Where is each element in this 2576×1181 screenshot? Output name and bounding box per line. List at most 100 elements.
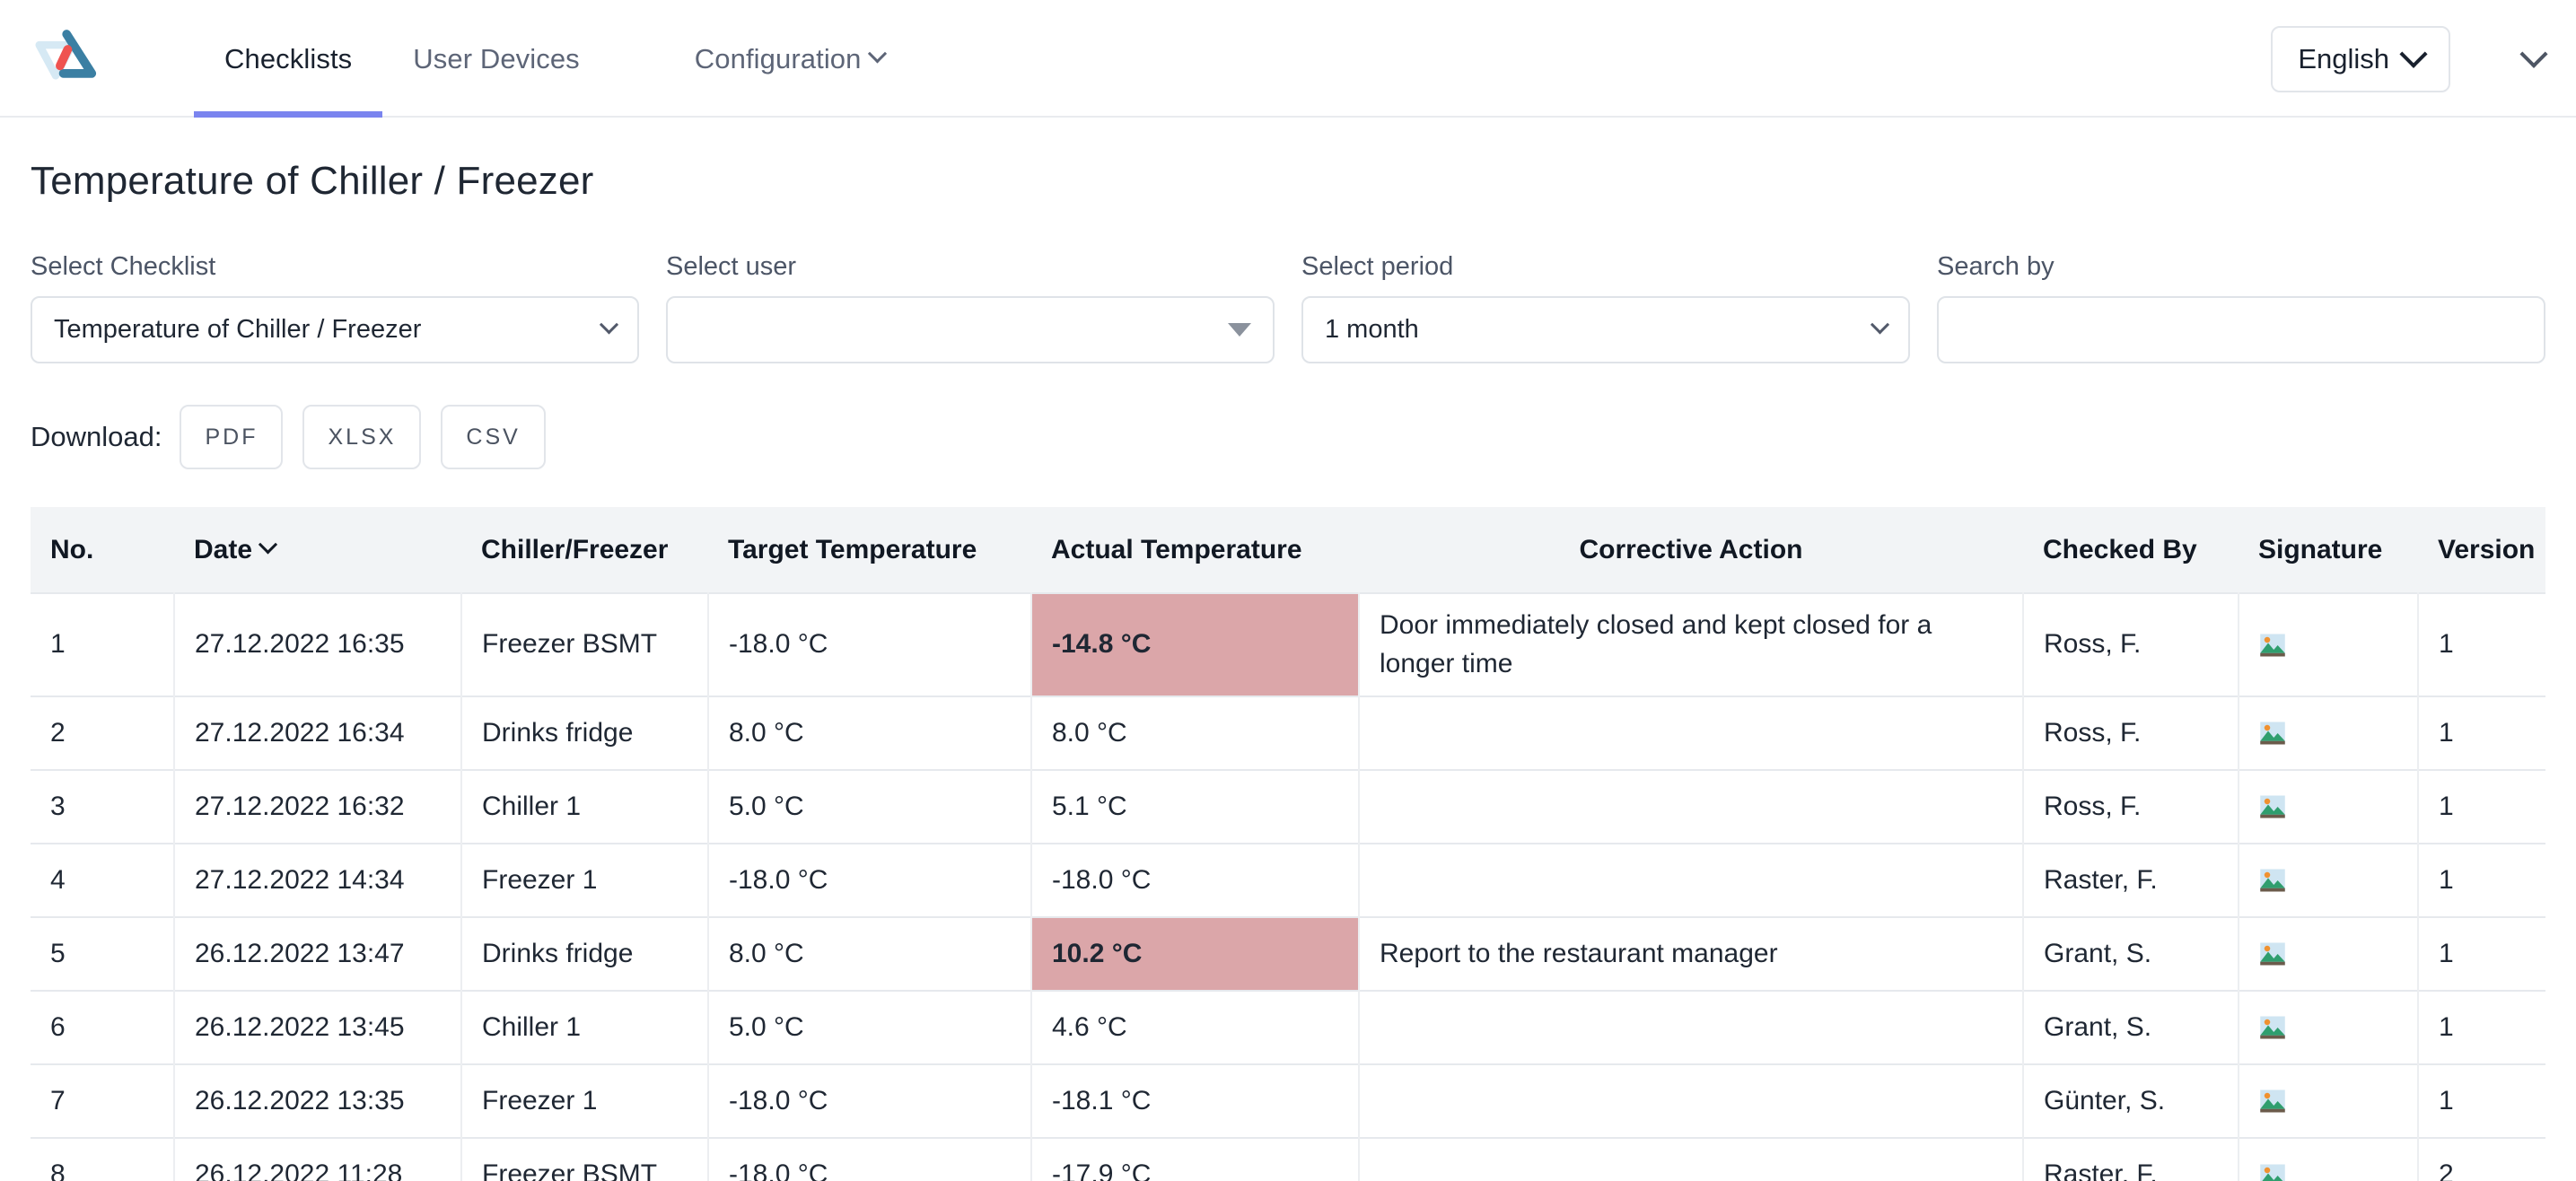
cell-no: 3 bbox=[31, 769, 175, 844]
table-head: No. Date Chiller/Freezer Target Temperat… bbox=[31, 507, 2545, 593]
cell-actual-temperature: -18.1 °C bbox=[1031, 1063, 1360, 1139]
cell-actual-temperature: 4.6 °C bbox=[1031, 990, 1360, 1065]
image-placeholder-icon bbox=[2260, 1164, 2285, 1181]
language-selector-button[interactable]: English bbox=[2271, 25, 2450, 92]
cell-actual-temperature: -18.0 °C bbox=[1031, 843, 1360, 918]
table-header-row: No. Date Chiller/Freezer Target Temperat… bbox=[31, 507, 2545, 593]
cell-date: 26.12.2022 13:45 bbox=[174, 990, 462, 1065]
cell-date: 27.12.2022 16:34 bbox=[174, 695, 462, 771]
cell-date: 26.12.2022 13:35 bbox=[174, 1063, 462, 1139]
select-period-dropdown[interactable]: 1 month bbox=[1301, 296, 1910, 363]
cell-signature[interactable] bbox=[2239, 591, 2419, 697]
cell-no: 4 bbox=[31, 843, 175, 918]
table-row[interactable]: 5 26.12.2022 13:47 Drinks fridge 8.0 °C 10.2… bbox=[31, 916, 2545, 992]
apptech-logo-icon bbox=[35, 29, 97, 80]
table-row[interactable]: 7 26.12.2022 13:35 Freezer 1 -18.0 °C -18.1 … bbox=[31, 1063, 2545, 1139]
cell-target-temperature: -18.0 °C bbox=[708, 591, 1032, 697]
cell-corrective-action bbox=[1359, 990, 2024, 1065]
cell-date: 27.12.2022 14:34 bbox=[174, 843, 462, 918]
cell-version: 1 bbox=[2418, 695, 2545, 771]
cell-signature[interactable] bbox=[2239, 1063, 2419, 1139]
nav-label-configuration: Configuration bbox=[694, 42, 862, 74]
cell-chiller-freezer: Drinks fridge bbox=[461, 695, 709, 771]
column-header-version: Version bbox=[2418, 507, 2545, 593]
column-header-chiller-freezer: Chiller/Freezer bbox=[461, 507, 708, 593]
cell-checked-by: Grant, S. bbox=[2023, 990, 2239, 1065]
table-row[interactable]: 8 26.12.2022 11:28 Freezer BSMT -18.0 °C -17… bbox=[31, 1137, 2545, 1181]
cell-target-temperature: 8.0 °C bbox=[708, 695, 1032, 771]
cell-checked-by: Raster, F. bbox=[2023, 1137, 2239, 1181]
download-pdf-button[interactable]: PDF bbox=[180, 405, 284, 469]
column-header-checked-by: Checked By bbox=[2023, 507, 2239, 593]
cell-target-temperature: -18.0 °C bbox=[708, 1063, 1032, 1139]
cell-target-temperature: -18.0 °C bbox=[708, 843, 1032, 918]
app-logo[interactable] bbox=[0, 0, 118, 118]
nav-item-checklists[interactable]: Checklists bbox=[194, 0, 383, 118]
table-row[interactable]: 3 27.12.2022 16:32 Chiller 1 5.0 °C 5.1 °C Ro… bbox=[31, 769, 2545, 844]
filter-checklist: Select Checklist Temperature of Chiller … bbox=[31, 252, 639, 363]
cell-date: 27.12.2022 16:32 bbox=[174, 769, 462, 844]
image-placeholder-icon bbox=[2260, 1016, 2285, 1039]
cell-date: 27.12.2022 16:35 bbox=[174, 591, 462, 697]
main-nav: Checklists User Devices Configuration bbox=[194, 0, 902, 118]
cell-actual-temperature: 8.0 °C bbox=[1031, 695, 1360, 771]
column-header-target-temperature: Target Temperature bbox=[708, 507, 1031, 593]
cell-checked-by: Grant, S. bbox=[2023, 916, 2239, 992]
image-placeholder-icon bbox=[2260, 942, 2285, 966]
column-header-corrective-action: Corrective Action bbox=[1359, 507, 2023, 593]
cell-signature[interactable] bbox=[2239, 916, 2419, 992]
cell-chiller-freezer: Freezer BSMT bbox=[461, 591, 709, 697]
cell-version: 1 bbox=[2418, 591, 2545, 697]
select-checklist-dropdown[interactable]: Temperature of Chiller / Freezer bbox=[31, 296, 639, 363]
table-row[interactable]: 2 27.12.2022 16:34 Drinks fridge 8.0 °C 8.0 … bbox=[31, 695, 2545, 771]
cell-version: 1 bbox=[2418, 916, 2545, 992]
cell-checked-by: Ross, F. bbox=[2023, 695, 2239, 771]
cell-date: 26.12.2022 13:47 bbox=[174, 916, 462, 992]
cell-no: 1 bbox=[31, 591, 175, 697]
nav-label-checklists: Checklists bbox=[224, 42, 353, 74]
account-menu-button[interactable] bbox=[2510, 39, 2548, 69]
table-row[interactable]: 4 27.12.2022 14:34 Freezer 1 -18.0 °C -18.0 … bbox=[31, 843, 2545, 918]
triangle-down-icon bbox=[1228, 323, 1251, 337]
table-row[interactable]: 1 27.12.2022 16:35 Freezer BSMT -18.0 °C -14… bbox=[31, 591, 2545, 697]
download-xlsx-button[interactable]: XLSX bbox=[302, 405, 422, 469]
image-placeholder-icon bbox=[2260, 795, 2285, 818]
cell-chiller-freezer: Drinks fridge bbox=[461, 916, 709, 992]
cell-actual-temperature: -14.8 °C bbox=[1031, 591, 1360, 697]
page-title: Temperature of Chiller / Freezer bbox=[31, 159, 594, 203]
filter-bar: Select Checklist Temperature of Chiller … bbox=[31, 252, 2545, 363]
search-input-wrapper[interactable] bbox=[1937, 296, 2545, 363]
cell-version: 1 bbox=[2418, 990, 2545, 1065]
filter-user-label: Select user bbox=[666, 252, 797, 281]
cell-no: 7 bbox=[31, 1063, 175, 1139]
image-placeholder-icon bbox=[2260, 1089, 2285, 1113]
download-label: Download: bbox=[31, 421, 162, 452]
cell-version: 1 bbox=[2418, 769, 2545, 844]
cell-corrective-action bbox=[1359, 1063, 2024, 1139]
cell-no: 2 bbox=[31, 695, 175, 771]
image-placeholder-icon bbox=[2260, 722, 2285, 745]
chevron-down-icon bbox=[2519, 39, 2548, 68]
cell-signature[interactable] bbox=[2239, 1137, 2419, 1181]
cell-checked-by: Günter, S. bbox=[2023, 1063, 2239, 1139]
select-user-dropdown[interactable] bbox=[666, 296, 1275, 363]
cell-no: 6 bbox=[31, 990, 175, 1065]
column-header-signature: Signature bbox=[2239, 507, 2418, 593]
download-csv-button[interactable]: CSV bbox=[441, 405, 546, 469]
cell-signature[interactable] bbox=[2239, 843, 2419, 918]
cell-chiller-freezer: Freezer 1 bbox=[461, 1063, 709, 1139]
filter-user: Select user bbox=[666, 252, 1275, 363]
nav-item-configuration[interactable]: Configuration bbox=[664, 0, 902, 118]
chevron-down-icon bbox=[258, 535, 278, 555]
table-row[interactable]: 6 26.12.2022 13:45 Chiller 1 5.0 °C 4.6 °C Gr… bbox=[31, 990, 2545, 1065]
cell-signature[interactable] bbox=[2239, 769, 2419, 844]
cell-chiller-freezer: Chiller 1 bbox=[461, 990, 709, 1065]
image-placeholder-icon bbox=[2260, 869, 2285, 892]
cell-target-temperature: 5.0 °C bbox=[708, 769, 1032, 844]
column-header-date[interactable]: Date bbox=[174, 507, 461, 593]
cell-signature[interactable] bbox=[2239, 990, 2419, 1065]
nav-item-user-devices[interactable]: User Devices bbox=[382, 0, 610, 118]
cell-signature[interactable] bbox=[2239, 695, 2419, 771]
cell-corrective-action bbox=[1359, 1137, 2024, 1181]
select-period-value: 1 month bbox=[1325, 315, 1419, 344]
